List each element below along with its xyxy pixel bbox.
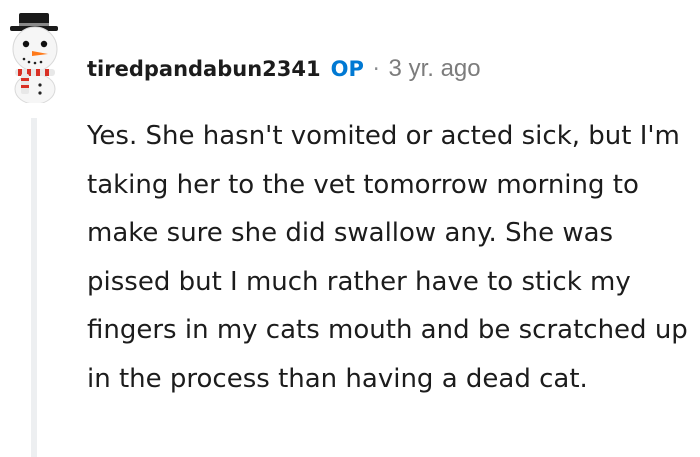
comment: tiredpandabun2341 OP · 3 yr. ago Yes. Sh… <box>0 0 700 457</box>
op-badge: OP <box>330 57 364 81</box>
meta-separator: · <box>372 57 380 81</box>
snowman-avatar-icon[interactable] <box>2 13 68 105</box>
author-username[interactable]: tiredpandabun2341 <box>87 52 321 86</box>
thread-collapse-line[interactable] <box>31 118 37 457</box>
comment-meta: tiredpandabun2341 OP · 3 yr. ago <box>87 52 481 86</box>
comment-body: Yes. She hasn't vomited or acted sick, b… <box>87 121 688 394</box>
comment-timestamp[interactable]: 3 yr. ago <box>389 52 481 86</box>
